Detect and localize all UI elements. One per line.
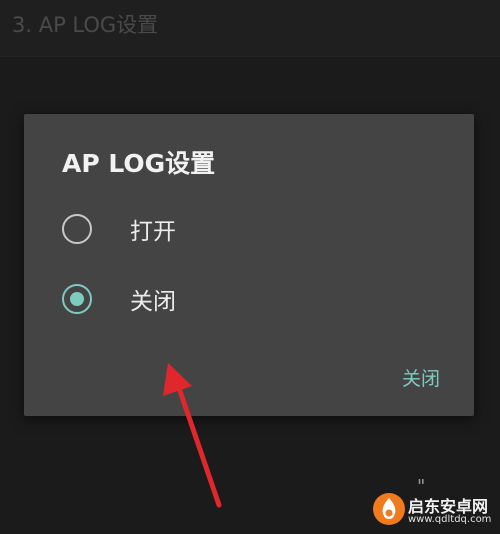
option-on-label: 打开 <box>130 219 176 245</box>
radio-checked-icon[interactable] <box>62 284 92 314</box>
watermark-url: www.qdltdq.com <box>408 514 492 525</box>
radio-unchecked-icon[interactable] <box>62 214 92 244</box>
dialog-title: AP LOG设置 <box>62 149 216 178</box>
watermark: 启东安卓网 www.qdltdq.com <box>360 490 500 534</box>
close-button[interactable]: 关闭 <box>402 364 440 391</box>
watermark-logo-icon <box>373 493 405 525</box>
option-off[interactable]: 关闭 <box>62 277 442 321</box>
option-on[interactable]: 打开 <box>62 207 442 251</box>
background-title: 3. AP LOG设置 <box>12 13 159 37</box>
option-off-label: 关闭 <box>130 289 176 315</box>
background-header: 3. AP LOG设置 <box>0 0 500 57</box>
ap-log-dialog: AP LOG设置 打开 关闭 关闭 <box>24 114 474 416</box>
